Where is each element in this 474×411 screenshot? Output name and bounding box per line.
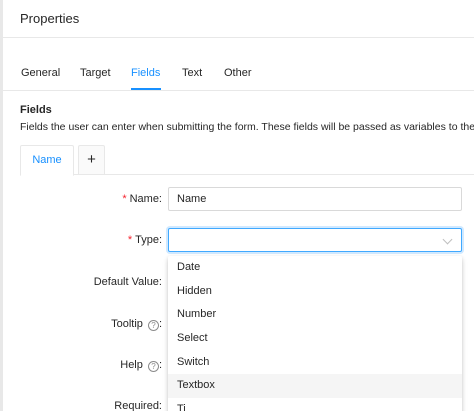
question-circle-icon[interactable]: ? bbox=[147, 320, 159, 331]
option-partial[interactable]: Ti bbox=[168, 398, 462, 411]
required-label: Required: bbox=[114, 400, 162, 411]
required-marker: * bbox=[127, 234, 133, 246]
panel-title: Properties bbox=[20, 11, 80, 26]
field-tabs: Name + bbox=[20, 145, 474, 176]
tab-fields[interactable]: Fields bbox=[131, 67, 160, 79]
required-marker: * bbox=[122, 193, 127, 205]
help-label: Help ?: bbox=[120, 359, 162, 372]
default-value-label: Default Value: bbox=[93, 276, 162, 288]
tab-text[interactable]: Text bbox=[182, 67, 202, 79]
label-colon: : bbox=[158, 359, 162, 371]
section-description: Fields the user can enter when submittin… bbox=[20, 121, 474, 133]
help-label-text: Help bbox=[120, 359, 143, 371]
tab-other[interactable]: Other bbox=[224, 67, 252, 79]
field-tab-name[interactable]: Name bbox=[20, 145, 74, 176]
option-switch[interactable]: Switch bbox=[168, 351, 462, 375]
add-field-button[interactable]: + bbox=[78, 145, 105, 175]
type-dropdown-menu: Date Hidden Number Select Switch Textbox… bbox=[168, 256, 462, 411]
type-label-text: Type: bbox=[135, 234, 162, 246]
active-tab-indicator bbox=[131, 88, 161, 90]
option-number[interactable]: Number bbox=[168, 303, 462, 327]
properties-tabs: General Target Fields Text Other bbox=[3, 55, 474, 91]
chevron-down-icon bbox=[442, 234, 453, 245]
type-select[interactable] bbox=[168, 228, 462, 252]
name-input[interactable] bbox=[168, 187, 462, 211]
section-title: Fields bbox=[20, 104, 52, 116]
name-label: * Name: bbox=[122, 193, 162, 205]
tooltip-label-text: Tooltip bbox=[111, 318, 143, 330]
type-label: * Type: bbox=[128, 234, 162, 246]
name-label-text: Name: bbox=[129, 193, 162, 205]
properties-header: Properties bbox=[3, 0, 474, 38]
tab-target[interactable]: Target bbox=[80, 67, 111, 79]
option-textbox[interactable]: Textbox bbox=[168, 374, 462, 399]
option-date[interactable]: Date bbox=[168, 256, 462, 280]
option-hidden[interactable]: Hidden bbox=[168, 280, 462, 304]
option-select[interactable]: Select bbox=[168, 327, 462, 351]
tooltip-label: Tooltip ?: bbox=[111, 318, 162, 331]
label-colon: : bbox=[158, 318, 162, 330]
question-circle-icon[interactable]: ? bbox=[147, 361, 159, 372]
tab-general[interactable]: General bbox=[21, 67, 60, 79]
